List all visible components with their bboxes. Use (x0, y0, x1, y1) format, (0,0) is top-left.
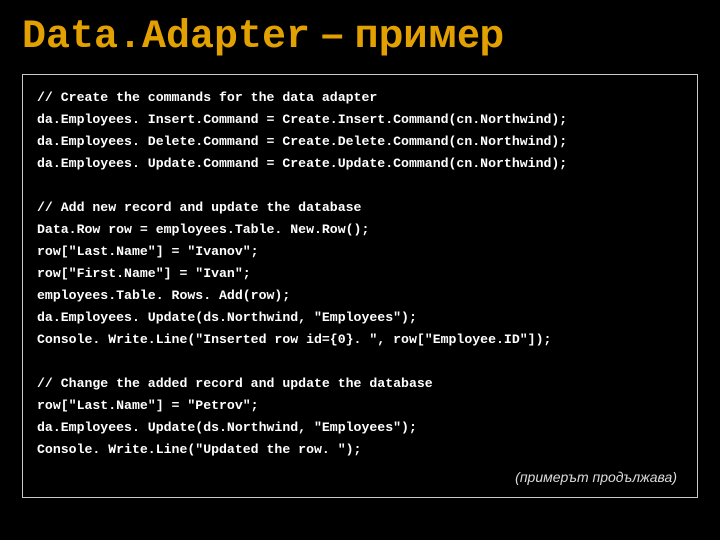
code-line: da.Employees. Delete.Command = Create.De… (37, 134, 567, 149)
code-box: // Create the commands for the data adap… (22, 74, 698, 498)
title-dash: – (310, 12, 354, 56)
code-line: Data.Row row = employees.Table. New.Row(… (37, 222, 369, 237)
slide-title: Data.Adapter – пример (22, 12, 698, 60)
code-content: // Create the commands for the data adap… (37, 87, 683, 461)
code-line: // Create the commands for the data adap… (37, 90, 377, 105)
code-line: row["Last.Name"] = "Ivanov"; (37, 244, 259, 259)
code-line: da.Employees. Update.Command = Create.Up… (37, 156, 567, 171)
code-line: da.Employees. Insert.Command = Create.In… (37, 112, 567, 127)
title-word: пример (355, 12, 504, 56)
code-line: Console. Write.Line("Updated the row. ")… (37, 442, 361, 457)
slide: Data.Adapter – пример // Create the comm… (0, 0, 720, 540)
code-line: row["First.Name"] = "Ivan"; (37, 266, 251, 281)
title-code-part: Data.Adapter (22, 15, 310, 60)
code-line: // Change the added record and update th… (37, 376, 433, 391)
code-line: da.Employees. Update(ds.Northwind, "Empl… (37, 310, 417, 325)
code-line: Console. Write.Line("Inserted row id={0}… (37, 332, 551, 347)
code-line: row["Last.Name"] = "Petrov"; (37, 398, 259, 413)
code-line: // Add new record and update the databas… (37, 200, 361, 215)
continuation-note: (примерът продължава) (37, 461, 683, 485)
code-line: employees.Table. Rows. Add(row); (37, 288, 290, 303)
code-line: da.Employees. Update(ds.Northwind, "Empl… (37, 420, 417, 435)
